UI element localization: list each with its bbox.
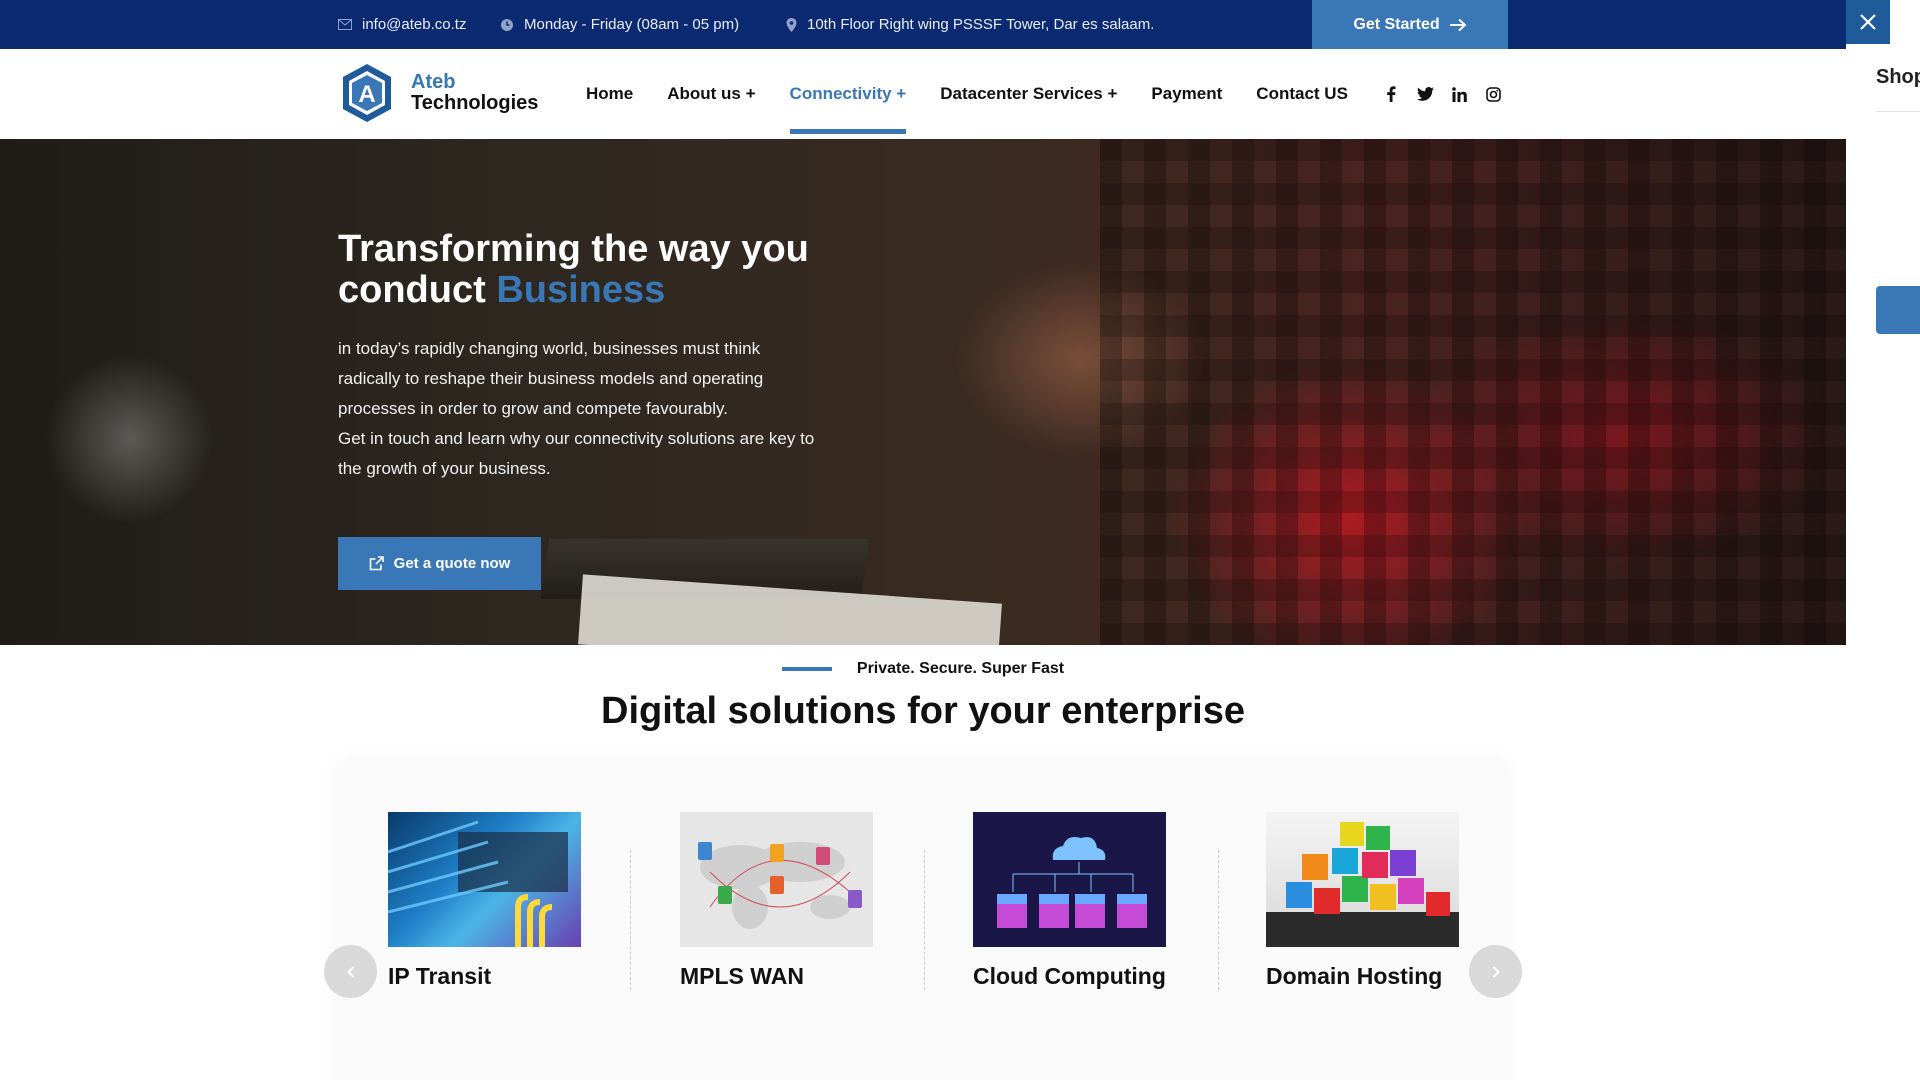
- nav-contact-us[interactable]: Contact US: [1256, 49, 1348, 139]
- logo-text: Ateb Technologies: [411, 72, 538, 114]
- get-started-button[interactable]: Get Started: [1312, 0, 1508, 49]
- card-divider: [1218, 850, 1219, 990]
- card-title: IP Transit: [388, 963, 492, 989]
- solution-card-domain-hosting[interactable]: Domain Hosting: [1266, 812, 1459, 989]
- solution-card-ip-transit[interactable]: IP Transit: [388, 812, 581, 989]
- contact-email[interactable]: info@ateb.co.tz: [338, 0, 466, 49]
- top-bar: info@ateb.co.tz Monday - Friday (08am - …: [0, 0, 1846, 49]
- close-panel-button[interactable]: [1846, 0, 1890, 44]
- address-text: 10th Floor Right wing PSSSF Tower, Dar e…: [807, 16, 1155, 33]
- carousel-next-button[interactable]: [1469, 945, 1522, 998]
- card-title: Domain Hosting: [1266, 963, 1443, 989]
- main-nav: Home About us + Connectivity + Datacente…: [586, 49, 1382, 139]
- side-panel-divider: [1876, 111, 1920, 112]
- hours-text: Monday - Friday (08am - 05 pm): [524, 16, 740, 33]
- mpls-wan-image: [680, 812, 873, 947]
- card-title: MPLS WAN: [680, 963, 804, 989]
- arrow-right-icon: [1449, 18, 1467, 31]
- twitter-icon[interactable]: [1416, 85, 1434, 103]
- nav-payment[interactable]: Payment: [1151, 49, 1222, 139]
- section-tagline: Private. Secure. Super Fast: [0, 660, 1846, 678]
- card-divider: [630, 850, 631, 990]
- get-quote-button[interactable]: Get a quote now: [338, 537, 541, 590]
- office-address: 10th Floor Right wing PSSSF Tower, Dar e…: [786, 0, 1154, 49]
- card-divider: [924, 850, 925, 990]
- linkedin-icon[interactable]: [1450, 85, 1468, 103]
- hero-description: in today’s rapidly changing world, busin…: [338, 334, 818, 484]
- logo-mark-icon: A: [343, 64, 391, 122]
- ip-transit-image: [388, 812, 581, 947]
- side-panel: [1846, 0, 1920, 1080]
- business-hours: Monday - Friday (08am - 05 pm): [500, 0, 739, 49]
- nav-datacenter-services[interactable]: Datacenter Services +: [940, 49, 1117, 139]
- get-started-label: Get Started: [1353, 15, 1440, 33]
- email-text: info@ateb.co.tz: [362, 16, 467, 33]
- external-link-icon: [369, 556, 384, 571]
- get-quote-label: Get a quote now: [393, 555, 511, 572]
- card-title: Cloud Computing: [973, 963, 1166, 989]
- facebook-icon[interactable]: [1382, 85, 1400, 103]
- domain-hosting-image: [1266, 812, 1459, 947]
- logo-line-2: Technologies: [411, 92, 539, 114]
- hero-title: Transforming the way you conduct Busines…: [338, 229, 898, 311]
- logo-line-1: Ateb: [411, 71, 456, 93]
- nav-about-us[interactable]: About us +: [667, 49, 755, 139]
- nav-connectivity[interactable]: Connectivity +: [789, 49, 906, 139]
- nav-home[interactable]: Home: [586, 49, 633, 139]
- location-pin-icon: [786, 17, 797, 32]
- solution-card-mpls-wan[interactable]: MPLS WAN: [680, 812, 873, 989]
- envelope-icon: [338, 19, 352, 30]
- hero-paragraph-1: in today’s rapidly changing world, busin…: [338, 339, 764, 418]
- site-header: A Ateb Technologies Home About us + Conn…: [0, 49, 1846, 140]
- tagline-text: Private. Secure. Super Fast: [856, 660, 1065, 677]
- instagram-icon[interactable]: [1484, 85, 1502, 103]
- side-panel-title: Shop: [1876, 66, 1920, 88]
- solutions-carousel: IP Transit MPLS WAN Cloud Computing Doma…: [324, 762, 1522, 1080]
- logo[interactable]: A Ateb Technologies: [338, 62, 538, 124]
- chevron-left-icon: [346, 965, 354, 978]
- carousel-prev-button[interactable]: [324, 945, 377, 998]
- chevron-right-icon: [1492, 965, 1500, 978]
- hero-paragraph-2: Get in touch and learn why our connectiv…: [338, 429, 815, 478]
- cloud-computing-image: [973, 812, 1166, 947]
- solution-card-cloud-computing[interactable]: Cloud Computing: [973, 812, 1166, 989]
- section-title: Digital solutions for your enterprise: [601, 690, 1245, 732]
- hero-banner: Transforming the way you conduct Busines…: [0, 139, 1846, 645]
- logo-mark-letter: A: [358, 81, 375, 108]
- close-icon: [1860, 14, 1876, 30]
- side-panel-action-button[interactable]: [1876, 286, 1920, 334]
- hero-title-accent: Business: [496, 269, 666, 311]
- social-links: [1382, 49, 1502, 139]
- page: info@ateb.co.tz Monday - Friday (08am - …: [0, 0, 1846, 1080]
- tagline-accent-bar: [781, 667, 832, 671]
- clock-icon: [501, 18, 513, 31]
- hero-background-pattern: [1100, 139, 1846, 645]
